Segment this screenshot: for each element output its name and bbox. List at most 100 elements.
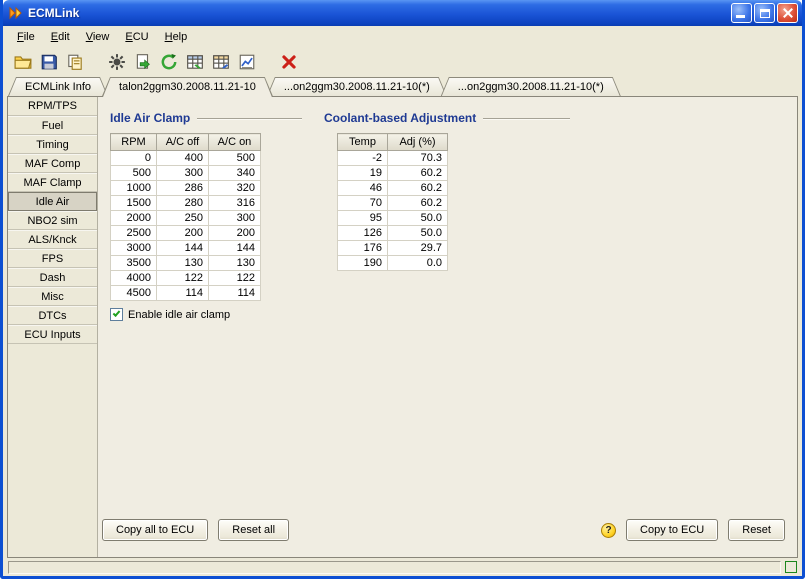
table-cell[interactable]: 1000: [111, 181, 157, 196]
save-icon[interactable]: [37, 50, 61, 74]
close-button[interactable]: [777, 3, 798, 23]
titlebar[interactable]: ECMLink: [3, 0, 802, 26]
table-cell[interactable]: 200: [157, 226, 209, 241]
coolant-adjustment-table: Temp Adj (%) -270.31960.24660.27060.2955…: [337, 133, 448, 271]
table-cell[interactable]: 500: [209, 151, 261, 166]
group-title-rule: [197, 118, 302, 120]
table-cell[interactable]: 130: [209, 256, 261, 271]
table-cell[interactable]: 250: [157, 211, 209, 226]
table-cell[interactable]: 0: [111, 151, 157, 166]
table-cell[interactable]: 144: [157, 241, 209, 256]
table-cell[interactable]: 95: [338, 211, 388, 226]
table-cell[interactable]: 3500: [111, 256, 157, 271]
sidebar-item-fuel[interactable]: Fuel: [8, 116, 97, 135]
table-cell[interactable]: 50.0: [388, 211, 448, 226]
table-cell[interactable]: 2500: [111, 226, 157, 241]
sidebar-item-dtcs[interactable]: DTCs: [8, 306, 97, 325]
table-cell[interactable]: 130: [157, 256, 209, 271]
table-cell[interactable]: 114: [157, 286, 209, 301]
table-export-icon[interactable]: [209, 50, 233, 74]
table-cell[interactable]: -2: [338, 151, 388, 166]
refresh-icon[interactable]: [157, 50, 181, 74]
table-row: 4000122122: [111, 271, 261, 286]
sidebar-item-fps[interactable]: FPS: [8, 249, 97, 268]
sidebar-item-maf-comp[interactable]: MAF Comp: [8, 154, 97, 173]
menu-help[interactable]: Help: [157, 28, 196, 46]
table-cell[interactable]: 4500: [111, 286, 157, 301]
table-cell[interactable]: 500: [111, 166, 157, 181]
sidebar-item-timing[interactable]: Timing: [8, 135, 97, 154]
sidebar-item-maf-clamp[interactable]: MAF Clamp: [8, 173, 97, 192]
table-cell[interactable]: 114: [209, 286, 261, 301]
sidebar-item-nbo2-sim[interactable]: NBO2 sim: [8, 211, 97, 230]
table-cell[interactable]: 60.2: [388, 181, 448, 196]
table-cell[interactable]: 50.0: [388, 226, 448, 241]
table-cell[interactable]: 70.3: [388, 151, 448, 166]
table-cell[interactable]: 29.7: [388, 241, 448, 256]
export-icon[interactable]: [131, 50, 155, 74]
checkbox-icon[interactable]: [110, 308, 123, 321]
sidebar-item-dash[interactable]: Dash: [8, 268, 97, 287]
table-cell[interactable]: 300: [157, 166, 209, 181]
sidebar-item-ecu-inputs[interactable]: ECU Inputs: [8, 325, 97, 344]
table-cell[interactable]: 320: [209, 181, 261, 196]
tab-bar: ECMLink Infotalon2ggm30.2008.11.21-10...…: [7, 77, 798, 96]
menu-view[interactable]: View: [78, 28, 118, 46]
sidebar-item-als-knck[interactable]: ALS/Knck: [8, 230, 97, 249]
table-cell[interactable]: 0.0: [388, 256, 448, 271]
open-file-icon[interactable]: [11, 50, 35, 74]
tab-on2ggm30-2008-11-21-10[interactable]: ...on2ggm30.2008.11.21-10(*): [267, 77, 447, 96]
reset-all-button[interactable]: Reset all: [218, 519, 289, 541]
table-row: 12650.0: [338, 226, 448, 241]
menu-ecu[interactable]: ECU: [117, 28, 156, 46]
reset-button[interactable]: Reset: [728, 519, 785, 541]
table-cell[interactable]: 280: [157, 196, 209, 211]
table-cell[interactable]: 200: [209, 226, 261, 241]
table-cell[interactable]: 2000: [111, 211, 157, 226]
maximize-button[interactable]: [754, 3, 775, 23]
table-cell[interactable]: 122: [157, 271, 209, 286]
tab-talon2ggm30-2008-11-21-10[interactable]: talon2ggm30.2008.11.21-10: [102, 77, 273, 96]
table-row: 2500200200: [111, 226, 261, 241]
enable-idle-air-clamp-checkbox[interactable]: Enable idle air clamp: [110, 308, 302, 321]
table-cell[interactable]: 144: [209, 241, 261, 256]
save-as-icon[interactable]: [63, 50, 87, 74]
table-cell[interactable]: 46: [338, 181, 388, 196]
table-import-icon[interactable]: [183, 50, 207, 74]
menu-file[interactable]: File: [9, 28, 43, 46]
table-row: 17629.7: [338, 241, 448, 256]
copy-to-ecu-button[interactable]: Copy to ECU: [626, 519, 718, 541]
table-cell[interactable]: 1500: [111, 196, 157, 211]
tab-on2ggm30-2008-11-21-10[interactable]: ...on2ggm30.2008.11.21-10(*): [441, 77, 621, 96]
connect-ecu-icon[interactable]: [105, 50, 129, 74]
table-cell[interactable]: 190: [338, 256, 388, 271]
idle-air-clamp-group: Idle Air Clamp RPM A/C off A/C on: [110, 111, 302, 321]
table-cell[interactable]: 4000: [111, 271, 157, 286]
table-cell[interactable]: 3000: [111, 241, 157, 256]
sidebar-item-idle-air[interactable]: Idle Air: [8, 192, 97, 211]
copy-all-to-ecu-button[interactable]: Copy all to ECU: [102, 519, 208, 541]
table-cell[interactable]: 176: [338, 241, 388, 256]
table-cell[interactable]: 19: [338, 166, 388, 181]
table-cell[interactable]: 286: [157, 181, 209, 196]
table-cell[interactable]: 122: [209, 271, 261, 286]
help-icon[interactable]: ?: [601, 523, 616, 538]
sidebar-item-misc[interactable]: Misc: [8, 287, 97, 306]
table-cell[interactable]: 316: [209, 196, 261, 211]
tab-ecmlink-info[interactable]: ECMLink Info: [8, 77, 108, 96]
table-cell[interactable]: 70: [338, 196, 388, 211]
table-cell[interactable]: 400: [157, 151, 209, 166]
table-header-row: Temp Adj (%): [338, 134, 448, 151]
table-cell[interactable]: 60.2: [388, 196, 448, 211]
sidebar-item-rpm-tps[interactable]: RPM/TPS: [8, 97, 97, 116]
table-row: 4500114114: [111, 286, 261, 301]
table-cell[interactable]: 126: [338, 226, 388, 241]
column-header-rpm: RPM: [111, 134, 157, 151]
graph-icon[interactable]: [235, 50, 259, 74]
minimize-button[interactable]: [731, 3, 752, 23]
table-cell[interactable]: 340: [209, 166, 261, 181]
menu-edit[interactable]: Edit: [43, 28, 78, 46]
table-cell[interactable]: 300: [209, 211, 261, 226]
table-cell[interactable]: 60.2: [388, 166, 448, 181]
close-file-icon[interactable]: [277, 50, 301, 74]
